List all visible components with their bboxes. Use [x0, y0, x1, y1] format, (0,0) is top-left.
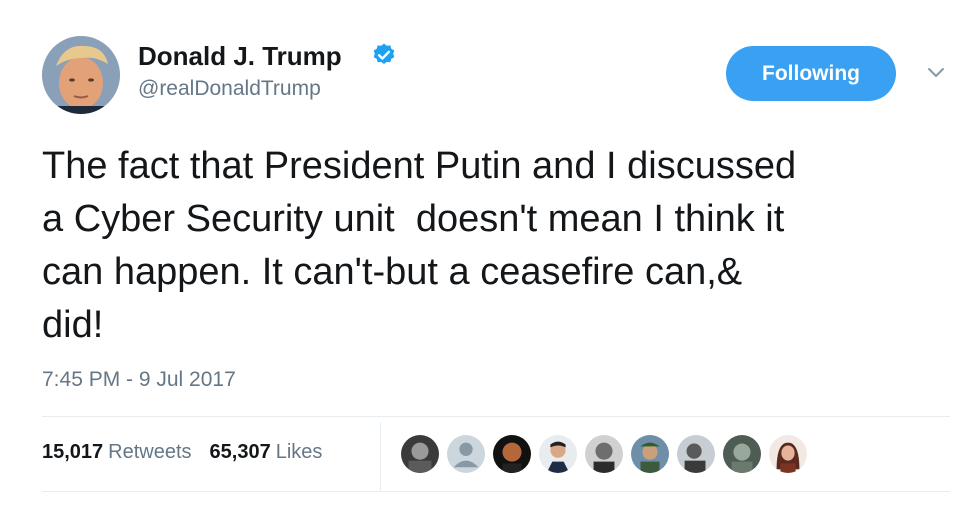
- liker-avatar-image: [631, 435, 669, 473]
- liker-avatar-image: [401, 435, 439, 473]
- tweet-stats: 15,017 Retweets 65,307 Likes: [42, 441, 322, 464]
- retweets-count: 15,017: [42, 441, 104, 463]
- liker-avatar[interactable]: [446, 434, 486, 474]
- likes-label: Likes: [275, 441, 323, 463]
- liker-avatar-image: [539, 435, 577, 473]
- liker-avatar[interactable]: [538, 434, 578, 474]
- chevron-down-icon[interactable]: [924, 64, 948, 82]
- author-avatar[interactable]: [42, 36, 120, 114]
- liker-avatar[interactable]: [722, 434, 762, 474]
- liker-avatar-image: [493, 435, 531, 473]
- liker-avatar-image: [769, 435, 807, 473]
- liker-avatar-image: [447, 435, 485, 473]
- verified-badge-icon: [373, 43, 395, 64]
- profile-avatar-image: [42, 36, 120, 114]
- author-name[interactable]: Donald J. Trump: [138, 41, 342, 72]
- liker-avatar[interactable]: [676, 434, 716, 474]
- likes-stat[interactable]: 65,307 Likes: [210, 441, 323, 464]
- retweets-label: Retweets: [108, 441, 192, 463]
- liker-avatar[interactable]: [400, 434, 440, 474]
- stats-separator: [380, 422, 381, 491]
- liker-avatar[interactable]: [630, 434, 670, 474]
- liker-avatar-image: [723, 435, 761, 473]
- divider-top: [42, 416, 950, 417]
- following-button[interactable]: Following: [726, 46, 896, 101]
- tweet-text: The fact that President Putin and I disc…: [42, 145, 797, 346]
- divider-bottom: [42, 491, 950, 492]
- liker-avatar-image: [585, 435, 623, 473]
- liker-avatar[interactable]: [492, 434, 532, 474]
- liker-avatar[interactable]: [584, 434, 624, 474]
- likes-count: 65,307: [209, 441, 271, 463]
- liker-avatar-image: [677, 435, 715, 473]
- author-handle[interactable]: @realDonaldTrump: [138, 77, 321, 101]
- liker-avatar[interactable]: [768, 434, 808, 474]
- retweets-stat[interactable]: 15,017 Retweets: [42, 441, 192, 464]
- tweet-timestamp[interactable]: 7:45 PM - 9 Jul 2017: [42, 368, 236, 392]
